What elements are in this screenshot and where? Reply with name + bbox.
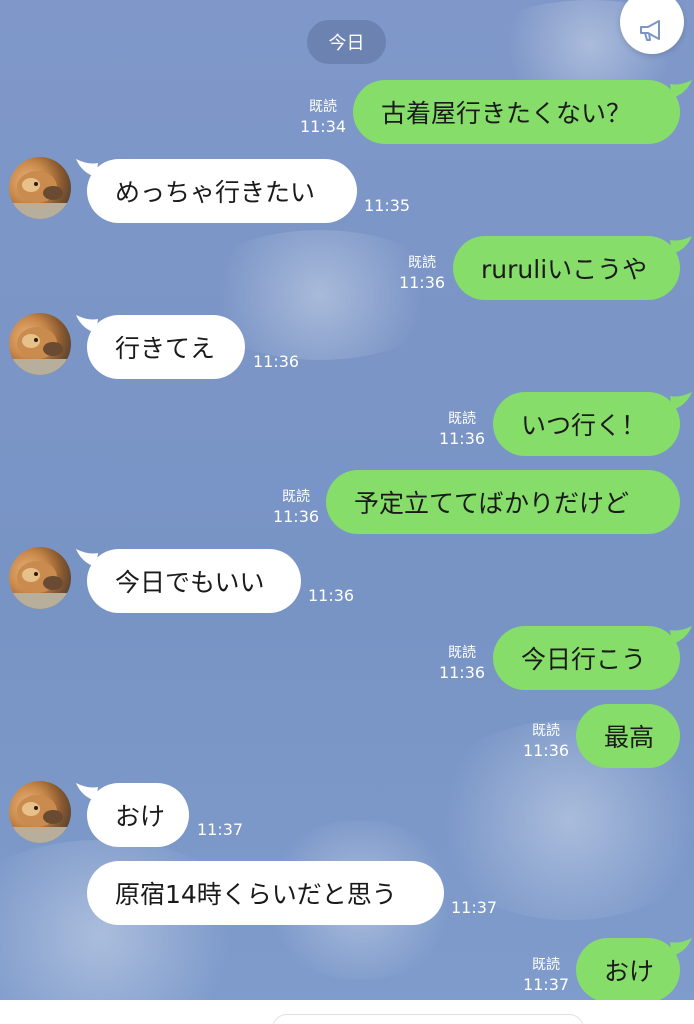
read-receipt: 既読 [408, 255, 436, 271]
message-text: 予定立ててばかりだけど [354, 489, 630, 518]
message-meta: 既読 11:34 [298, 98, 348, 136]
message-time: 11:37 [197, 820, 244, 839]
message-text: 原宿14時くらいだと思う [115, 880, 397, 909]
message-text: 行きてえ [115, 334, 216, 363]
message-time: 11:34 [299, 117, 347, 136]
bubble-tail [670, 80, 692, 98]
bubble-tail [76, 549, 98, 567]
message-time: 11:36 [438, 663, 486, 682]
message-meta: 既読 11:36 [521, 722, 571, 760]
message-text: 今日行こう [521, 645, 647, 674]
message-meta: 既読 11:36 [271, 488, 321, 526]
message-time: 11:36 [398, 273, 446, 292]
announcement-button[interactable] [620, 0, 684, 54]
outgoing-message-bubble[interactable]: 古着屋行きたくない？ [353, 80, 680, 144]
message-time: 11:36 [438, 429, 486, 448]
read-receipt: 既読 [448, 411, 476, 427]
date-separator: 今日 [307, 20, 386, 64]
message-text: 古着屋行きたくない？ [381, 99, 632, 128]
incoming-message-bubble[interactable]: 行きてえ [87, 315, 245, 379]
read-receipt: 既読 [532, 723, 560, 739]
message-meta: 11:36 [308, 586, 354, 605]
bubble-tail [670, 392, 692, 410]
outgoing-message-bubble[interactable]: いつ行く！ [493, 392, 680, 456]
message-meta: 11:37 [451, 898, 497, 917]
message-text: おけ [115, 802, 166, 831]
message-time: 11:36 [308, 586, 355, 605]
message-input[interactable] [272, 1014, 584, 1024]
message-meta: 11:36 [253, 352, 299, 371]
message-time: 11:37 [522, 975, 570, 994]
read-receipt: 既読 [282, 489, 310, 505]
message-meta: 11:37 [197, 820, 243, 839]
message-time: 11:36 [253, 352, 300, 371]
bubble-tail [76, 315, 98, 333]
outgoing-message-bubble[interactable]: 予定立ててばかりだけど [326, 470, 680, 534]
incoming-message-bubble[interactable]: 原宿14時くらいだと思う [87, 861, 444, 925]
message-meta: 11:35 [364, 196, 410, 215]
message-meta: 既読 11:36 [437, 644, 487, 682]
bubble-tail [670, 236, 692, 254]
megaphone-icon [640, 20, 660, 41]
message-meta: 既読 11:37 [521, 956, 571, 994]
outgoing-message-bubble[interactable]: おけ [576, 938, 680, 1002]
bubble-tail [670, 938, 692, 956]
outgoing-message-bubble[interactable]: 最高 [576, 704, 680, 768]
chat-screen: 今日 既読 11:34 古着屋行きたくない？ めっちゃ行きたい 11:35 既読… [0, 0, 694, 1024]
read-receipt: 既読 [309, 99, 337, 115]
incoming-message-bubble[interactable]: おけ [87, 783, 189, 847]
incoming-message-bubble[interactable]: 今日でもいい [87, 549, 301, 613]
outgoing-message-bubble[interactable]: ruruliいこうや [453, 236, 680, 300]
message-time: 11:37 [451, 898, 498, 917]
bubble-tail [76, 159, 98, 177]
message-text: ruruliいこうや [481, 255, 648, 284]
contact-avatar[interactable] [9, 547, 71, 609]
bubble-tail [76, 783, 98, 801]
message-meta: 既読 11:36 [437, 410, 487, 448]
incoming-message-bubble[interactable]: めっちゃ行きたい [87, 159, 357, 223]
contact-avatar[interactable] [9, 157, 71, 219]
message-time: 11:35 [364, 196, 411, 215]
outgoing-message-bubble[interactable]: 今日行こう [493, 626, 680, 690]
message-text: 最高 [604, 723, 655, 752]
message-time: 11:36 [272, 507, 320, 526]
bubble-tail [670, 626, 692, 644]
message-time: 11:36 [522, 741, 570, 760]
contact-avatar[interactable] [9, 313, 71, 375]
message-text: めっちゃ行きたい [115, 178, 316, 207]
message-text: 今日でもいい [115, 568, 265, 597]
message-meta: 既読 11:36 [397, 254, 447, 292]
message-text: おけ [604, 957, 655, 986]
message-text: いつ行く！ [521, 411, 647, 440]
read-receipt: 既読 [448, 645, 476, 661]
contact-avatar[interactable] [9, 781, 71, 843]
read-receipt: 既読 [532, 957, 560, 973]
